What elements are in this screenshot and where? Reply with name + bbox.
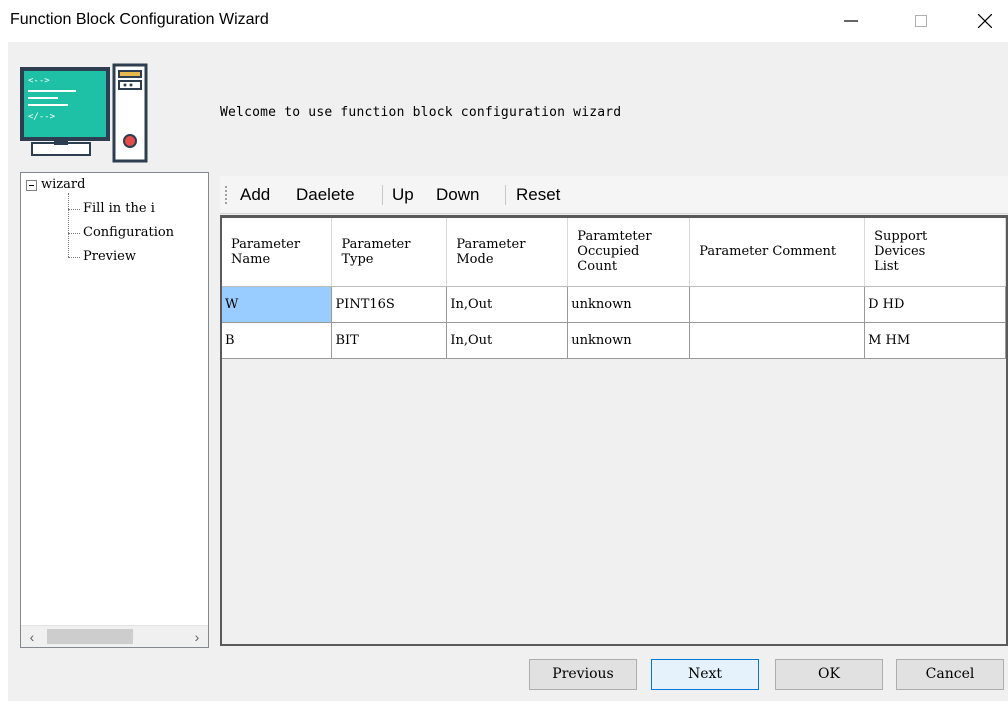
- tree-connector: [68, 257, 80, 258]
- column-header-parameter-name[interactable]: Parameter Name: [222, 218, 333, 287]
- parameter-panel: Add Daelete Up Down Reset Parameter Name…: [220, 176, 1008, 647]
- maximize-button[interactable]: [898, 0, 944, 42]
- column-header-occupied-count[interactable]: Paramteter Occupied Count: [567, 218, 691, 287]
- reset-button[interactable]: Reset: [516, 185, 560, 205]
- tree-item-preview[interactable]: Preview: [83, 249, 136, 265]
- toolbar-separator: [382, 185, 383, 205]
- computer-code-icon: <--> </-->: [18, 61, 148, 163]
- collapse-toggle-icon[interactable]: [26, 180, 37, 191]
- table-row[interactable]: B BIT In,Out unknown M HM: [222, 322, 1006, 359]
- column-header-parameter-comment[interactable]: Parameter Comment: [689, 218, 866, 287]
- minimize-icon: [844, 20, 858, 22]
- scroll-left-icon[interactable]: ‹: [21, 626, 43, 647]
- parameter-table: Parameter Name Parameter Type Parameter …: [222, 218, 1006, 359]
- down-button[interactable]: Down: [436, 185, 479, 205]
- cell-parameter-comment[interactable]: [689, 322, 866, 359]
- tree-item-fill-in[interactable]: Fill in the i: [83, 201, 155, 217]
- tree-connector: [68, 233, 80, 234]
- wizard-tree[interactable]: wizard Fill in the i Configuration Previ…: [20, 172, 209, 648]
- toolbar-separator: [505, 185, 506, 205]
- scroll-right-icon[interactable]: ›: [186, 626, 208, 647]
- delete-button[interactable]: Daelete: [296, 185, 355, 205]
- cell-parameter-mode[interactable]: In,Out: [446, 286, 569, 323]
- column-header-support-devices[interactable]: Support Devices List: [864, 218, 1006, 287]
- cell-parameter-mode[interactable]: In,Out: [446, 322, 569, 359]
- tree-connector: [68, 193, 69, 257]
- parameter-grid: Parameter Name Parameter Type Parameter …: [220, 215, 1008, 646]
- close-icon: [978, 14, 992, 28]
- cell-occupied-count[interactable]: unknown: [567, 322, 691, 359]
- cell-support-devices[interactable]: D HD: [864, 286, 1006, 323]
- toolbar: Add Daelete Up Down Reset: [220, 176, 1008, 214]
- column-header-parameter-type[interactable]: Parameter Type: [331, 218, 448, 287]
- cell-parameter-comment[interactable]: [689, 286, 866, 323]
- cell-occupied-count[interactable]: unknown: [567, 286, 691, 323]
- cell-parameter-name[interactable]: B: [222, 322, 333, 359]
- ok-button[interactable]: OK: [775, 659, 883, 690]
- add-button[interactable]: Add: [240, 185, 270, 205]
- wizard-client-area: <--> </--> Welcome to use function block…: [8, 42, 1008, 701]
- minimize-button[interactable]: [828, 0, 874, 42]
- close-button[interactable]: [962, 0, 1008, 42]
- up-button[interactable]: Up: [392, 185, 414, 205]
- previous-button[interactable]: Previous: [529, 659, 637, 690]
- svg-text:</-->: </-->: [28, 112, 56, 122]
- tree-root-wizard[interactable]: wizard: [41, 177, 85, 193]
- window-title: Function Block Configuration Wizard: [10, 11, 269, 28]
- column-header-parameter-mode[interactable]: Parameter Mode: [446, 218, 569, 287]
- welcome-text: Welcome to use function block configurat…: [220, 105, 622, 120]
- table-header-row: Parameter Name Parameter Type Parameter …: [222, 218, 1006, 287]
- tree-item-configuration[interactable]: Configuration: [83, 225, 174, 241]
- tree-content: wizard Fill in the i Configuration Previ…: [21, 173, 208, 623]
- maximize-icon: [915, 15, 927, 27]
- tree-horizontal-scrollbar[interactable]: ‹ ›: [21, 625, 208, 647]
- cell-support-devices[interactable]: M HM: [864, 322, 1006, 359]
- toolbar-grip-icon[interactable]: [225, 186, 228, 204]
- scrollbar-thumb[interactable]: [47, 629, 133, 644]
- next-button[interactable]: Next: [651, 659, 759, 690]
- table-row[interactable]: W PINT16S In,Out unknown D HD: [222, 286, 1006, 323]
- title-bar: Function Block Configuration Wizard: [0, 0, 1008, 42]
- cell-parameter-type[interactable]: PINT16S: [331, 286, 448, 323]
- svg-text:<-->: <-->: [28, 76, 50, 86]
- cell-parameter-type[interactable]: BIT: [331, 322, 448, 359]
- cell-parameter-name[interactable]: W: [222, 286, 333, 323]
- cancel-button[interactable]: Cancel: [896, 659, 1004, 690]
- tree-connector: [68, 209, 80, 210]
